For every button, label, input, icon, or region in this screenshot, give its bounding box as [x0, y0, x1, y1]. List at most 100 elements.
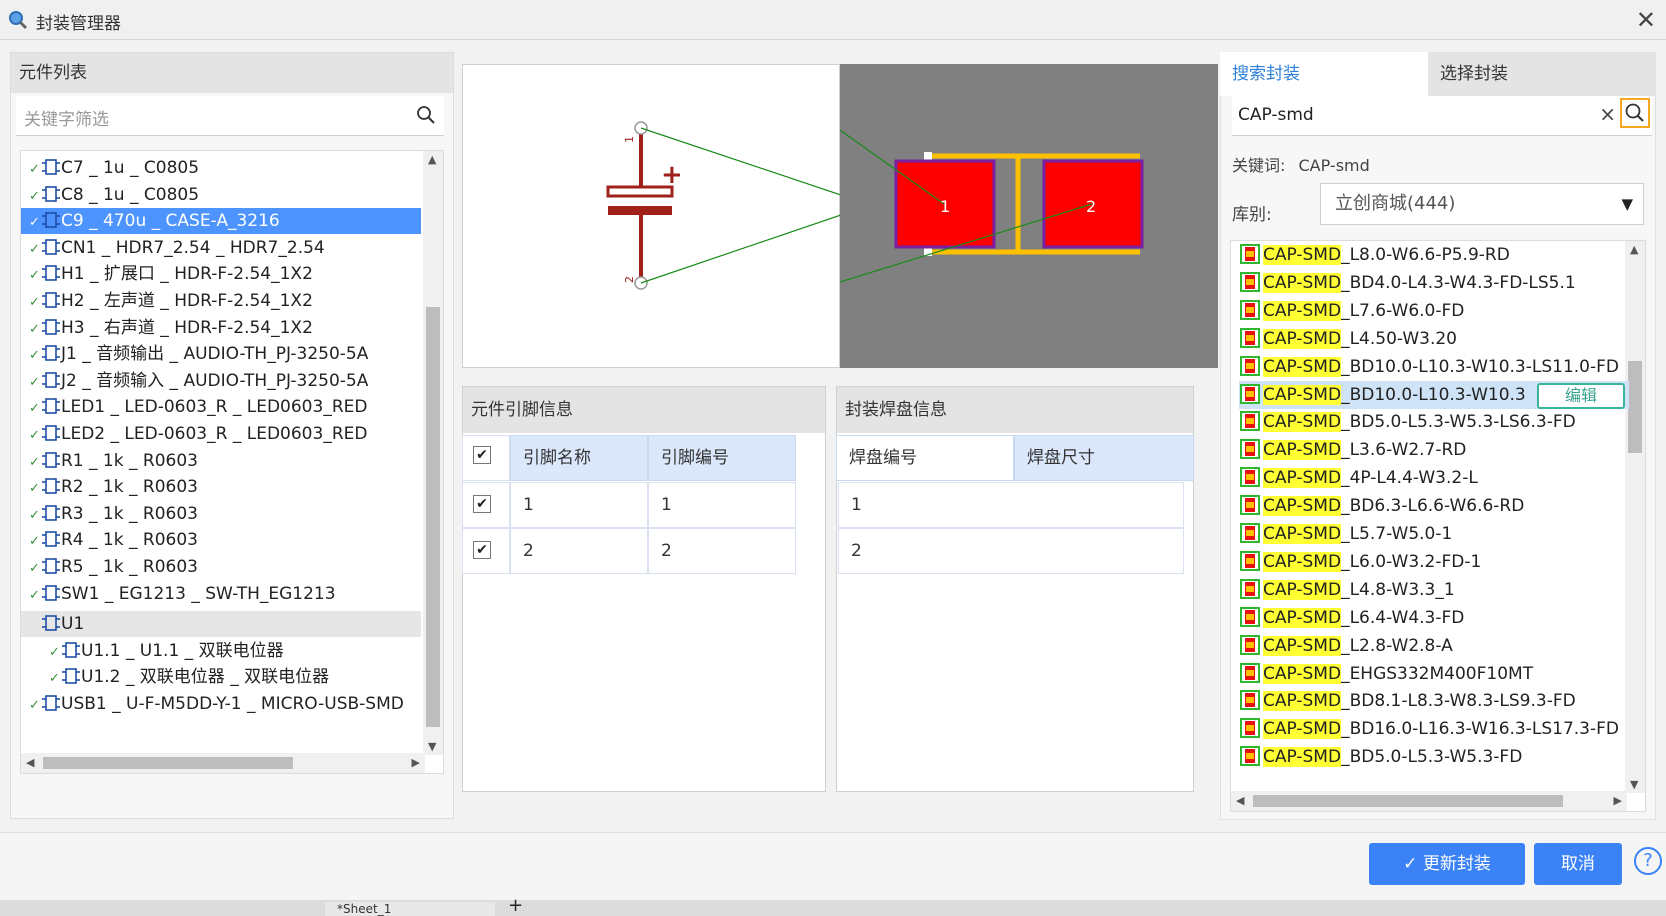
- tree-item[interactable]: ✓ SW1 _ EG1213 _ SW-TH_EG1213: [21, 581, 421, 607]
- component-icon: [41, 584, 61, 604]
- tree-hscroll-thumb[interactable]: [43, 757, 293, 769]
- cancel-button[interactable]: 取消: [1534, 843, 1622, 885]
- scroll-right-icon[interactable]: ▶: [1614, 794, 1622, 807]
- package-result-list[interactable]: ▲ ▼ ◀ ▶ CAP-SMD_L8.0-W6.6-P5.9-RD CAP-SMD…: [1230, 240, 1646, 812]
- checkmark-icon: ✓: [49, 671, 60, 687]
- tree-item[interactable]: ✓ R3 _ 1k _ R0603: [21, 501, 421, 527]
- component-icon: [41, 694, 61, 714]
- pad-number-cell[interactable]: 2: [838, 528, 1184, 574]
- pin-row-checkbox[interactable]: ✔: [473, 495, 491, 513]
- pad-size-column-header: 焊盘尺寸: [1014, 435, 1194, 481]
- pin-number-cell[interactable]: 1: [648, 482, 796, 528]
- tree-item[interactable]: ✓ R4 _ 1k _ R0603: [21, 527, 421, 553]
- package-name-suffix: _L4.8-W3.3_1: [1341, 579, 1455, 600]
- package-result-item[interactable]: CAP-SMD_L8.0-W6.6-P5.9-RD: [1239, 241, 1629, 269]
- tree-item[interactable]: ✓ CN1 _ HDR7_2.54 _ HDR7_2.54: [21, 235, 421, 261]
- scroll-up-icon[interactable]: ▲: [428, 153, 436, 166]
- pin-row-checkbox[interactable]: ✔: [473, 541, 491, 559]
- package-result-item[interactable]: CAP-SMD_L4.50-W3.20: [1239, 325, 1629, 353]
- search-button[interactable]: [1620, 98, 1650, 128]
- package-result-item[interactable]: CAP-SMD_L4.8-W3.3_1: [1239, 576, 1629, 604]
- package-name-suffix: _BD5.0-L5.3-W5.3-LS6.3-FD: [1341, 412, 1576, 433]
- edit-button[interactable]: 编辑: [1537, 382, 1625, 409]
- tab-select-package[interactable]: 选择封装: [1428, 52, 1656, 96]
- tree-item-label: R2 _ 1k _ R0603: [61, 477, 198, 498]
- tree-item[interactable]: ✓ C7 _ 1u _ C0805: [21, 155, 421, 181]
- tree-item[interactable]: ✓ R2 _ 1k _ R0603: [21, 474, 421, 500]
- tree-item[interactable]: ✓ U1.2 _ 双联电位器 _ 双联电位器: [21, 664, 421, 690]
- sheet-tab[interactable]: *Sheet_1: [325, 902, 495, 916]
- package-result-item[interactable]: CAP-SMD_BD10.0-L10.3-W10.3-LS11.0-FD: [1239, 353, 1629, 381]
- tree-item[interactable]: ✓ LED2 _ LED-0603_R _ LED0603_RED: [21, 421, 421, 447]
- results-hscroll-thumb[interactable]: [1253, 795, 1563, 807]
- tree-item[interactable]: ✓ J2 _ 音频输入 _ AUDIO-TH_PJ-3250-5A: [21, 368, 421, 394]
- scroll-up-icon[interactable]: ▲: [1630, 243, 1638, 256]
- package-result-item[interactable]: CAP-SMD_L5.7-W5.0-1: [1239, 520, 1629, 548]
- tab-search-package[interactable]: 搜索封装: [1220, 52, 1428, 96]
- search-icon[interactable]: [416, 105, 436, 125]
- component-tree[interactable]: ▲ ▼ ◀ ▶ ✓ C7 _ 1u _ C0805 ✓ C8 _ 1u _ C0805…: [20, 150, 444, 774]
- filter-input[interactable]: 关键字筛选: [16, 96, 444, 136]
- scroll-down-icon[interactable]: ▼: [1630, 778, 1638, 791]
- chevron-down-icon: ▼: [1621, 195, 1633, 213]
- package-result-item[interactable]: CAP-SMD_L6.0-W3.2-FD-1: [1239, 548, 1629, 576]
- package-result-item[interactable]: CAP-SMD_BD8.1-L8.3-W8.3-LS9.3-FD: [1239, 687, 1629, 715]
- tree-item[interactable]: ✓ C8 _ 1u _ C0805: [21, 182, 421, 208]
- select-all-checkbox[interactable]: ✔: [473, 446, 491, 464]
- tree-item[interactable]: ✓ J1 _ 音频输出 _ AUDIO-TH_PJ-3250-5A: [21, 341, 421, 367]
- package-result-item[interactable]: CAP-SMD_L6.4-W4.3-FD: [1239, 604, 1629, 632]
- package-result-item[interactable]: CAP-SMD_BD16.0-L16.3-W16.3-LS17.3-FD: [1239, 715, 1629, 743]
- scroll-left-icon[interactable]: ◀: [1236, 794, 1244, 807]
- checkmark-icon: ✓: [29, 698, 40, 713]
- package-name-suffix: _L5.7-W5.0-1: [1341, 524, 1453, 544]
- tree-item[interactable]: ✓ H1 _ 扩展口 _ HDR-F-2.54_1X2: [21, 261, 421, 287]
- match-highlight: CAP-SMD: [1263, 747, 1342, 768]
- scroll-right-icon[interactable]: ▶: [412, 756, 420, 769]
- match-highlight: CAP-SMD: [1263, 663, 1342, 684]
- package-result-item[interactable]: CAP-SMD_BD6.3-L6.6-W6.6-RD: [1239, 492, 1629, 520]
- results-scroll-thumb[interactable]: [1628, 361, 1642, 453]
- add-sheet-icon[interactable]: +: [508, 897, 523, 915]
- package-result-item[interactable]: CAP-SMD_L2.8-W2.8-A: [1239, 632, 1629, 660]
- tree-item-label: SW1 _ EG1213 _ SW-TH_EG1213: [61, 583, 336, 604]
- tree-item[interactable]: ✓ LED1 _ LED-0603_R _ LED0603_RED: [21, 394, 421, 420]
- match-highlight: CAP-SMD: [1263, 328, 1342, 349]
- package-search-input[interactable]: CAP-smd ×: [1232, 96, 1652, 136]
- tree-item[interactable]: ✓ USB1 _ U-F-M5DD-Y-1 _ MICRO-USB-SMD: [21, 691, 421, 717]
- window-title: 封装管理器: [36, 14, 121, 34]
- package-result-item[interactable]: CAP-SMD_L3.6-W2.7-RD: [1239, 436, 1629, 464]
- package-result-item[interactable]: CAP-SMD_BD10.0-L10.3-W10.3 编辑: [1239, 380, 1629, 409]
- tree-item-label: R1 _ 1k _ R0603: [61, 450, 198, 471]
- package-result-item[interactable]: CAP-SMD_BD4.0-L4.3-W4.3-FD-LS5.1: [1239, 269, 1629, 297]
- scroll-left-icon[interactable]: ◀: [26, 756, 34, 769]
- package-result-item[interactable]: CAP-SMD_EHGS332M400F10MT: [1239, 660, 1629, 688]
- tree-horizontal-scrollbar[interactable]: ◀ ▶: [21, 753, 425, 773]
- tree-item[interactable]: ✓ H2 _ 左声道 _ HDR-F-2.54_1X2: [21, 288, 421, 314]
- tree-item[interactable]: U1: [21, 611, 421, 638]
- tree-item-label: C7 _ 1u _ C0805: [61, 158, 200, 178]
- results-horizontal-scrollbar[interactable]: ◀ ▶: [1231, 791, 1627, 811]
- clear-icon[interactable]: ×: [1599, 102, 1616, 126]
- component-icon: [41, 371, 61, 391]
- pin-number-cell[interactable]: 2: [648, 528, 796, 574]
- tree-item[interactable]: ✓ H3 _ 右声道 _ HDR-F-2.54_1X2: [21, 315, 421, 341]
- tree-item[interactable]: ✓ U1.1 _ U1.1 _ 双联电位器: [21, 638, 421, 664]
- package-result-item[interactable]: CAP-SMD_BD5.0-L5.3-W5.3-FD: [1239, 743, 1629, 771]
- update-package-button[interactable]: ✓ 更新封装: [1369, 843, 1525, 885]
- package-result-item[interactable]: CAP-SMD_BD5.0-L5.3-W5.3-LS6.3-FD: [1239, 408, 1629, 436]
- pin-name-cell[interactable]: 2: [510, 528, 648, 574]
- library-select[interactable]: 立创商城(444) ▼: [1320, 183, 1644, 225]
- tree-scroll-thumb[interactable]: [426, 307, 440, 727]
- close-icon[interactable]: ✕: [1636, 6, 1656, 34]
- package-result-item[interactable]: CAP-SMD_L7.6-W6.0-FD: [1239, 297, 1629, 325]
- tree-item-label: LED2 _ LED-0603_R _ LED0603_RED: [61, 424, 368, 444]
- tree-vertical-scrollbar[interactable]: ▲ ▼: [423, 151, 443, 755]
- tree-item[interactable]: ✓ C9 _ 470u _ CASE-A_3216: [21, 208, 421, 235]
- help-icon[interactable]: ?: [1634, 847, 1662, 875]
- pin-name-cell[interactable]: 1: [510, 482, 648, 528]
- scroll-down-icon[interactable]: ▼: [428, 740, 436, 753]
- tree-item[interactable]: ✓ R1 _ 1k _ R0603: [21, 448, 421, 474]
- package-result-item[interactable]: CAP-SMD_4P-L4.4-W3.2-L: [1239, 464, 1629, 492]
- tree-item[interactable]: ✓ R5 _ 1k _ R0603: [21, 554, 421, 580]
- pad-number-cell[interactable]: 1: [838, 482, 1184, 528]
